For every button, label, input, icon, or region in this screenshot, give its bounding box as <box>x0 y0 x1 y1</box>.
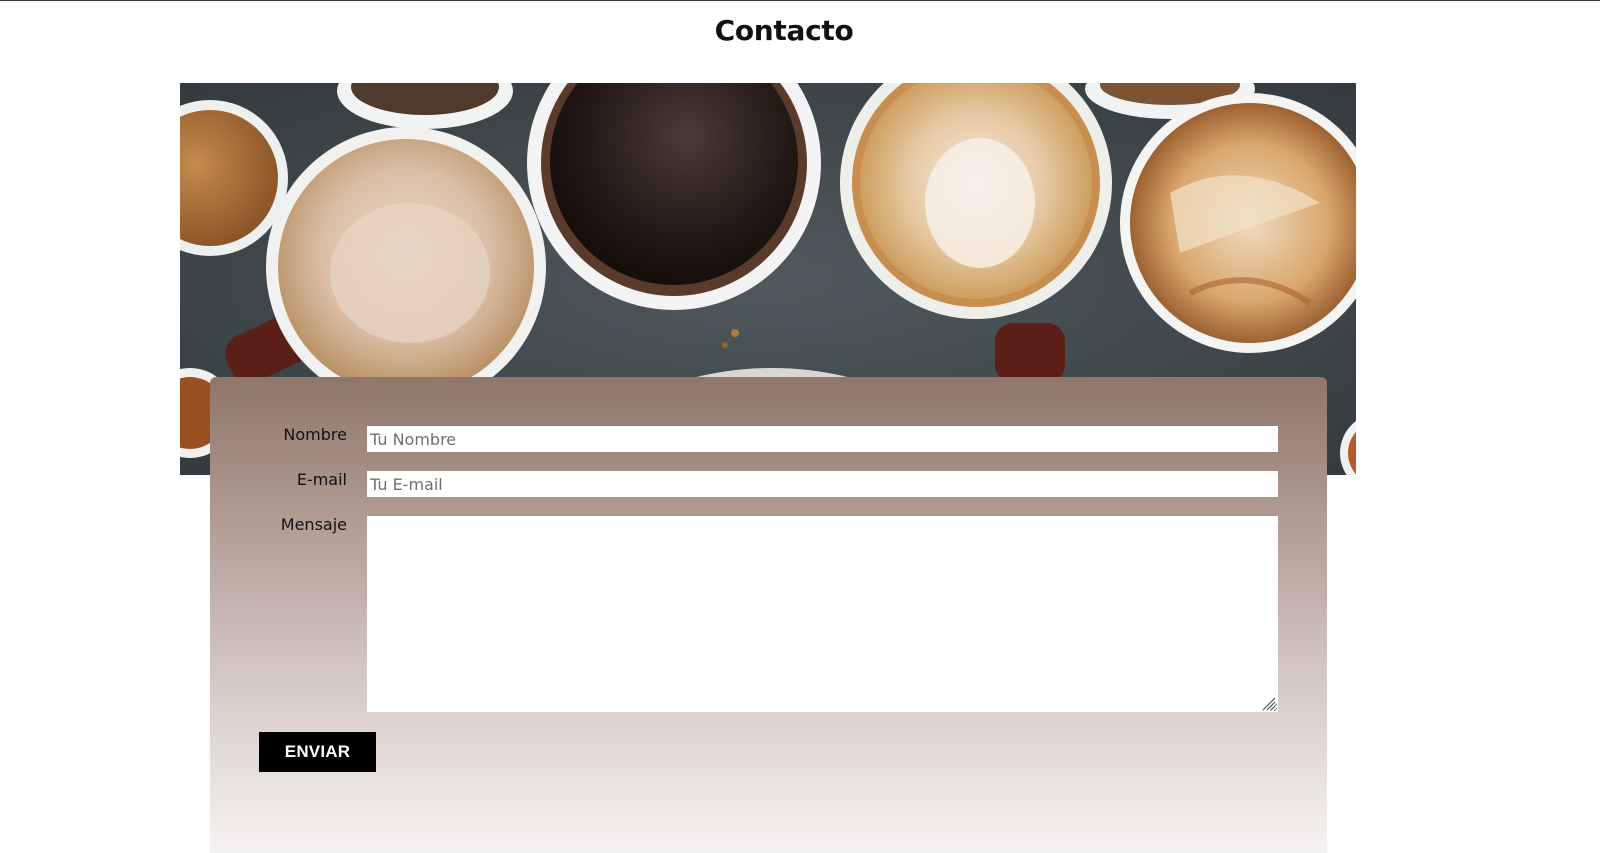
name-label: Nombre <box>283 425 347 444</box>
email-label: E-mail <box>296 470 347 489</box>
top-border <box>0 0 1600 1</box>
message-label: Mensaje <box>280 515 347 534</box>
page-title: Contacto <box>714 14 854 47</box>
email-input[interactable] <box>367 471 1278 497</box>
resize-grip-icon[interactable] <box>1260 695 1276 711</box>
submit-button[interactable]: ENVIAR <box>259 732 376 772</box>
message-textarea[interactable] <box>367 516 1278 712</box>
name-input[interactable] <box>367 426 1278 452</box>
contact-form: Nombre E-mail Mensaje ENVIAR <box>210 377 1327 853</box>
